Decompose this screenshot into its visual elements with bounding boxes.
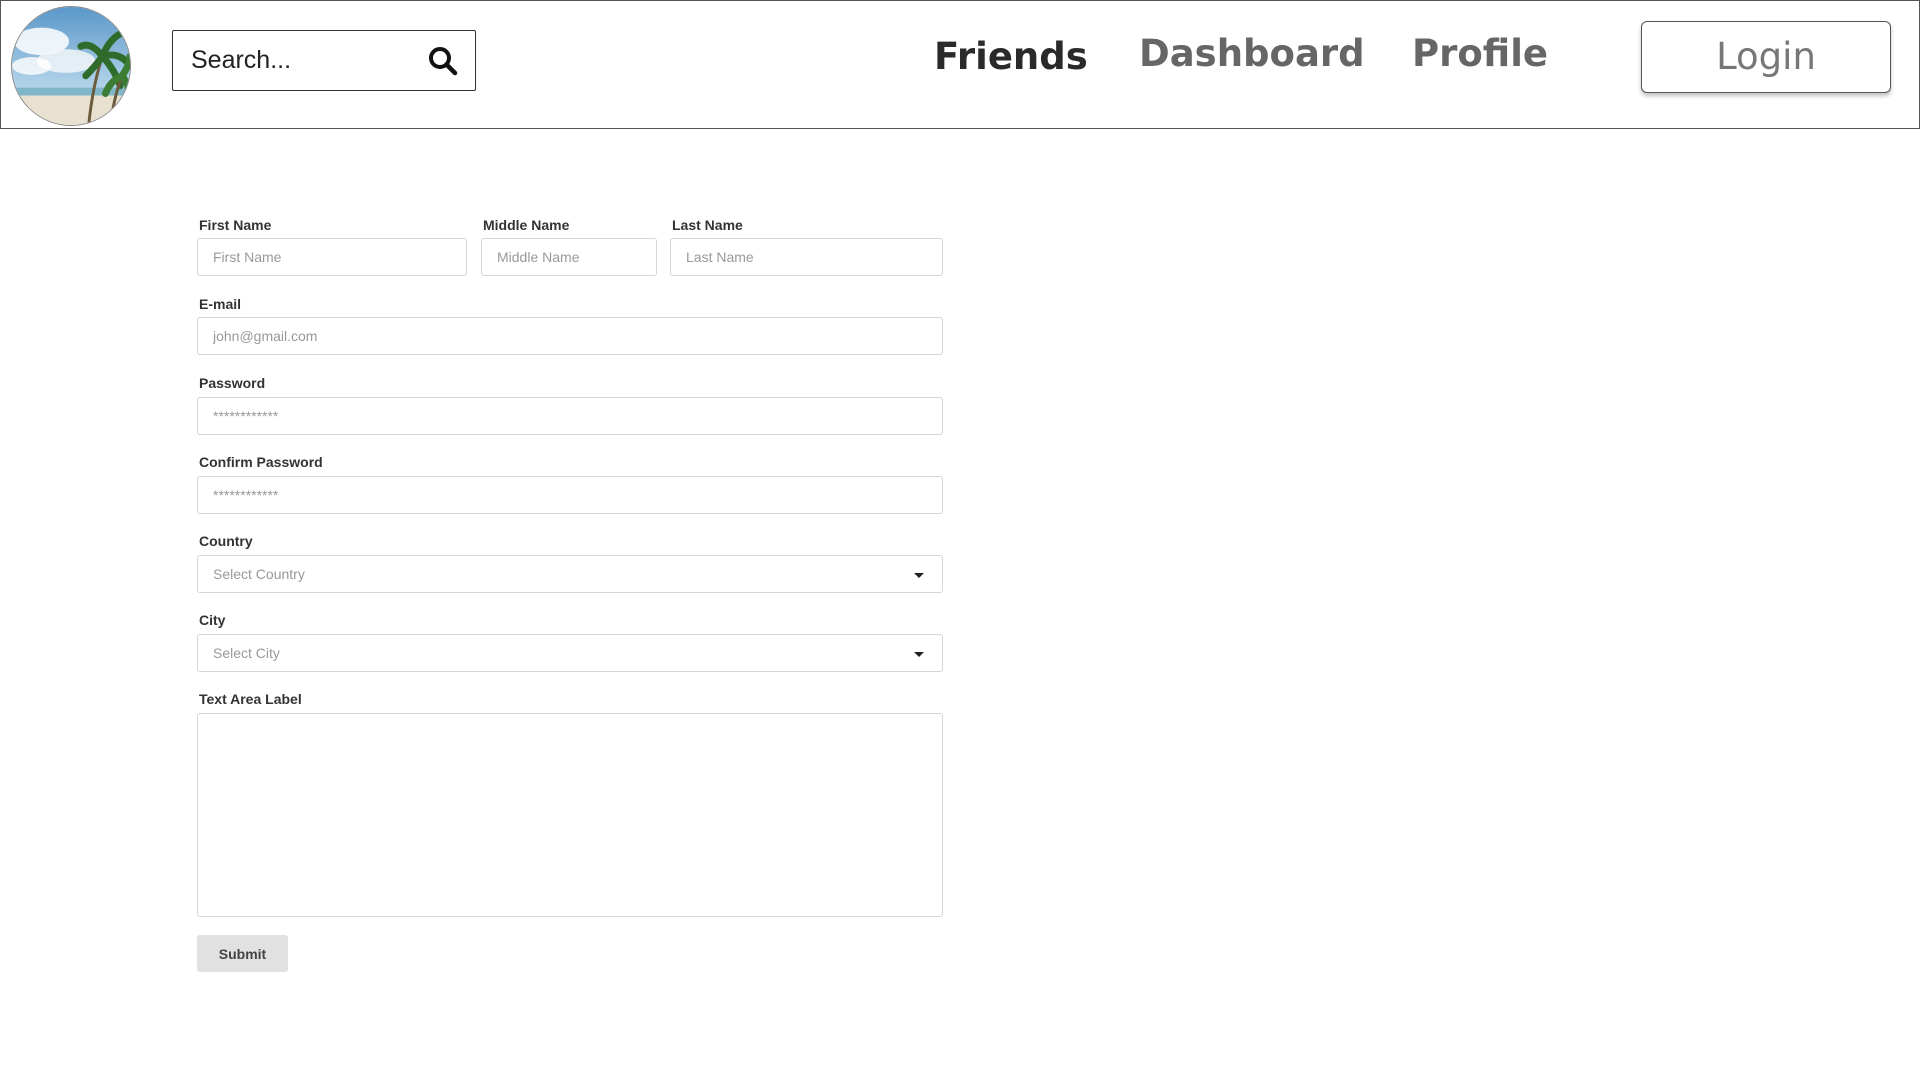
country-label: Country xyxy=(199,533,253,549)
first-name-label: First Name xyxy=(199,217,272,233)
password-field[interactable] xyxy=(197,397,943,435)
city-label: City xyxy=(199,612,226,628)
last-name-field[interactable] xyxy=(670,238,943,276)
chevron-down-icon xyxy=(914,652,924,657)
last-name-label: Last Name xyxy=(672,217,743,233)
confirm-password-label: Confirm Password xyxy=(199,454,323,470)
logo[interactable] xyxy=(11,6,131,126)
login-button[interactable]: Login xyxy=(1641,21,1891,93)
chevron-down-icon xyxy=(914,573,924,578)
nav-link-friends[interactable]: Friends xyxy=(934,35,1088,78)
email-label: E-mail xyxy=(199,296,242,312)
nav-link-dashboard[interactable]: Dashboard xyxy=(1139,32,1365,75)
logo-beach-image xyxy=(12,7,130,125)
country-select-value: Select Country xyxy=(213,566,305,582)
city-select[interactable]: Select City xyxy=(197,634,943,672)
email-field[interactable] xyxy=(197,317,943,355)
text-area-field[interactable] xyxy=(197,713,943,917)
submit-button[interactable]: Submit xyxy=(197,935,288,972)
middle-name-field[interactable] xyxy=(481,238,657,276)
confirm-password-field[interactable] xyxy=(197,476,943,514)
country-select[interactable]: Select Country xyxy=(197,555,943,593)
search-box xyxy=(172,30,476,91)
search-input[interactable] xyxy=(173,31,423,90)
city-select-value: Select City xyxy=(213,645,280,661)
textarea-label: Text Area Label xyxy=(199,691,302,707)
middle-name-label: Middle Name xyxy=(483,217,570,233)
first-name-field[interactable] xyxy=(197,238,467,276)
top-navbar: Friends Dashboard Profile Login xyxy=(0,0,1920,129)
search-icon[interactable] xyxy=(427,45,459,77)
password-label: Password xyxy=(199,375,266,391)
nav-link-profile[interactable]: Profile xyxy=(1412,32,1548,75)
